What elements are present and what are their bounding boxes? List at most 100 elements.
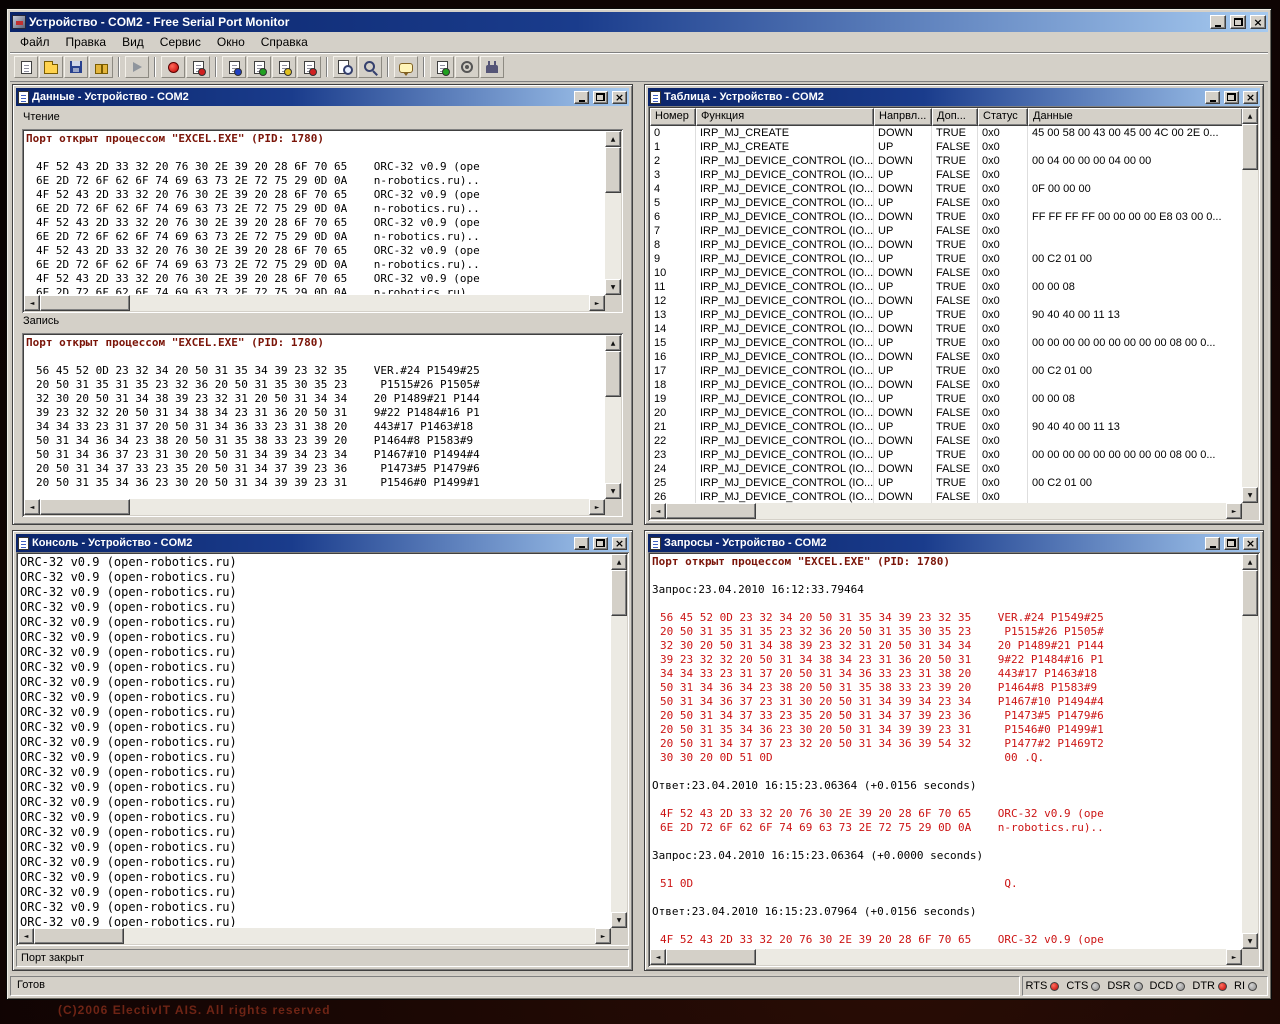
data-close-button[interactable]: × [612, 91, 627, 104]
table-row[interactable]: 26IRP_MJ_DEVICE_CONTROL (IO...DOWNFALSE0… [650, 490, 1242, 503]
scroll-right-button[interactable]: ► [1226, 503, 1242, 519]
view-console-button[interactable] [272, 56, 296, 78]
table-row[interactable]: 20IRP_MJ_DEVICE_CONTROL (IO...DOWNFALSE0… [650, 406, 1242, 420]
horizontal-scroll-thumb[interactable] [34, 928, 124, 944]
scroll-down-button[interactable]: ▼ [605, 279, 621, 295]
table-row[interactable]: 14IRP_MJ_DEVICE_CONTROL (IO...DOWNTRUE0x… [650, 322, 1242, 336]
console-pane[interactable]: ORC-32 v0.9 (open-robotics.ru)ORC-32 v0.… [16, 552, 629, 946]
open-button[interactable] [39, 56, 63, 78]
vertical-scrollbar[interactable]: ▲▼ [1242, 108, 1258, 503]
vertical-scroll-thumb[interactable] [605, 351, 621, 397]
table-row[interactable]: 8IRP_MJ_DEVICE_CONTROL (IO...DOWNTRUE0x0 [650, 238, 1242, 252]
vertical-scroll-thumb[interactable] [605, 147, 621, 193]
requests-minimize-button[interactable] [1205, 537, 1220, 550]
horizontal-scroll-thumb[interactable] [40, 295, 130, 311]
view-data-button[interactable] [222, 56, 246, 78]
table-row[interactable]: 12IRP_MJ_DEVICE_CONTROL (IO...DOWNFALSE0… [650, 294, 1242, 308]
app-titlebar[interactable]: Устройство - COM2 - Free Serial Port Mon… [10, 12, 1268, 32]
export-button[interactable] [89, 56, 113, 78]
table-row[interactable]: 18IRP_MJ_DEVICE_CONTROL (IO...DOWNFALSE0… [650, 378, 1242, 392]
table-row[interactable]: 19IRP_MJ_DEVICE_CONTROL (IO...UPTRUE0x00… [650, 392, 1242, 406]
column-header-4[interactable]: Статус [978, 108, 1028, 126]
scroll-right-button[interactable]: ► [589, 499, 605, 515]
table-restore-button[interactable] [1224, 91, 1239, 104]
table-row[interactable]: 9IRP_MJ_DEVICE_CONTROL (IO...UPTRUE0x000… [650, 252, 1242, 266]
menu-item-2[interactable]: Вид [114, 32, 152, 52]
read-pane[interactable]: Порт открыт процессом "EXCEL.EXE" (PID: … [22, 129, 623, 313]
data-window-titlebar[interactable]: Данные - Устройство - COM2 × [16, 88, 629, 106]
horizontal-scrollbar[interactable]: ◄► [24, 499, 605, 515]
scroll-left-button[interactable]: ◄ [24, 295, 40, 311]
vertical-scrollbar[interactable]: ▲▼ [611, 554, 627, 928]
column-header-1[interactable]: Функция [696, 108, 874, 126]
save-button[interactable] [64, 56, 88, 78]
menu-item-4[interactable]: Окно [209, 32, 253, 52]
horizontal-scrollbar[interactable]: ◄► [650, 503, 1242, 519]
scroll-down-button[interactable]: ▼ [605, 483, 621, 499]
table-row[interactable]: 2IRP_MJ_DEVICE_CONTROL (IO...DOWNTRUE0x0… [650, 154, 1242, 168]
vertical-scrollbar[interactable]: ▲▼ [605, 335, 621, 499]
table-row[interactable]: 22IRP_MJ_DEVICE_CONTROL (IO...DOWNFALSE0… [650, 434, 1242, 448]
horizontal-scroll-thumb[interactable] [666, 949, 756, 965]
write-pane[interactable]: Порт открыт процессом "EXCEL.EXE" (PID: … [22, 333, 623, 517]
menu-item-3[interactable]: Сервис [152, 32, 209, 52]
table-row[interactable]: 21IRP_MJ_DEVICE_CONTROL (IO...UPTRUE0x09… [650, 420, 1242, 434]
vertical-scrollbar[interactable]: ▲▼ [1242, 554, 1258, 949]
table-row[interactable]: 17IRP_MJ_DEVICE_CONTROL (IO...UPTRUE0x00… [650, 364, 1242, 378]
scroll-right-button[interactable]: ► [595, 928, 611, 944]
scroll-right-button[interactable]: ► [1226, 949, 1242, 965]
log-button[interactable] [430, 56, 454, 78]
vertical-scroll-thumb[interactable] [1242, 570, 1258, 616]
table-row[interactable]: 13IRP_MJ_DEVICE_CONTROL (IO...UPTRUE0x09… [650, 308, 1242, 322]
table-row[interactable]: 23IRP_MJ_DEVICE_CONTROL (IO...UPTRUE0x00… [650, 448, 1242, 462]
table-row[interactable]: 3IRP_MJ_DEVICE_CONTROL (IO...UPFALSE0x0 [650, 168, 1242, 182]
scroll-up-button[interactable]: ▲ [605, 335, 621, 351]
scroll-right-button[interactable]: ► [589, 295, 605, 311]
start-monitoring-button[interactable] [125, 56, 149, 78]
horizontal-scrollbar[interactable]: ◄► [18, 928, 611, 944]
table-row[interactable]: 5IRP_MJ_DEVICE_CONTROL (IO...UPFALSE0x0 [650, 196, 1242, 210]
requests-restore-button[interactable] [1224, 537, 1239, 550]
table-row[interactable]: 25IRP_MJ_DEVICE_CONTROL (IO...UPTRUE0x00… [650, 476, 1242, 490]
table-row[interactable]: 7IRP_MJ_DEVICE_CONTROL (IO...UPFALSE0x0 [650, 224, 1242, 238]
scroll-up-button[interactable]: ▲ [611, 554, 627, 570]
table-row[interactable]: 24IRP_MJ_DEVICE_CONTROL (IO...DOWNFALSE0… [650, 462, 1242, 476]
requests-pane[interactable]: Порт открыт процессом "EXCEL.EXE" (PID: … [648, 552, 1260, 967]
data-minimize-button[interactable] [574, 91, 589, 104]
scroll-up-button[interactable]: ▲ [1242, 108, 1258, 124]
irp-table[interactable]: НомерФункцияНапрвл...Доп...СтатусДанные … [648, 106, 1260, 521]
scroll-left-button[interactable]: ◄ [18, 928, 34, 944]
new-session-button[interactable] [14, 56, 38, 78]
table-close-button[interactable]: × [1243, 91, 1258, 104]
find-button[interactable] [333, 56, 357, 78]
table-row[interactable]: 0IRP_MJ_CREATEDOWNTRUE0x045 00 58 00 43 … [650, 126, 1242, 140]
console-window-titlebar[interactable]: Консоль - Устройство - COM2 × [16, 534, 629, 552]
vertical-scroll-thumb[interactable] [611, 570, 627, 616]
close-button[interactable]: × [1250, 15, 1266, 29]
scroll-left-button[interactable]: ◄ [650, 503, 666, 519]
data-restore-button[interactable] [593, 91, 608, 104]
table-row[interactable]: 4IRP_MJ_DEVICE_CONTROL (IO...DOWNTRUE0x0… [650, 182, 1242, 196]
scroll-up-button[interactable]: ▲ [605, 131, 621, 147]
scroll-left-button[interactable]: ◄ [24, 499, 40, 515]
scroll-down-button[interactable]: ▼ [611, 912, 627, 928]
minimize-button[interactable] [1210, 15, 1226, 29]
stop-monitoring-button[interactable] [161, 56, 185, 78]
table-window-titlebar[interactable]: Таблица - Устройство - COM2 × [648, 88, 1260, 106]
zoom-button[interactable] [358, 56, 382, 78]
scroll-left-button[interactable]: ◄ [650, 949, 666, 965]
scroll-down-button[interactable]: ▼ [1242, 933, 1258, 949]
table-row[interactable]: 16IRP_MJ_DEVICE_CONTROL (IO...DOWNFALSE0… [650, 350, 1242, 364]
view-requests-button[interactable] [297, 56, 321, 78]
horizontal-scrollbar[interactable]: ◄► [24, 295, 605, 311]
menu-item-0[interactable]: Файл [12, 32, 58, 52]
table-row[interactable]: 11IRP_MJ_DEVICE_CONTROL (IO...UPTRUE0x00… [650, 280, 1242, 294]
table-row[interactable]: 15IRP_MJ_DEVICE_CONTROL (IO...UPTRUE0x00… [650, 336, 1242, 350]
horizontal-scrollbar[interactable]: ◄► [650, 949, 1242, 965]
help-button[interactable] [394, 56, 418, 78]
scroll-up-button[interactable]: ▲ [1242, 554, 1258, 570]
menu-item-1[interactable]: Правка [58, 32, 115, 52]
requests-close-button[interactable]: × [1243, 537, 1258, 550]
view-table-button[interactable] [247, 56, 271, 78]
table-row[interactable]: 10IRP_MJ_DEVICE_CONTROL (IO...DOWNFALSE0… [650, 266, 1242, 280]
